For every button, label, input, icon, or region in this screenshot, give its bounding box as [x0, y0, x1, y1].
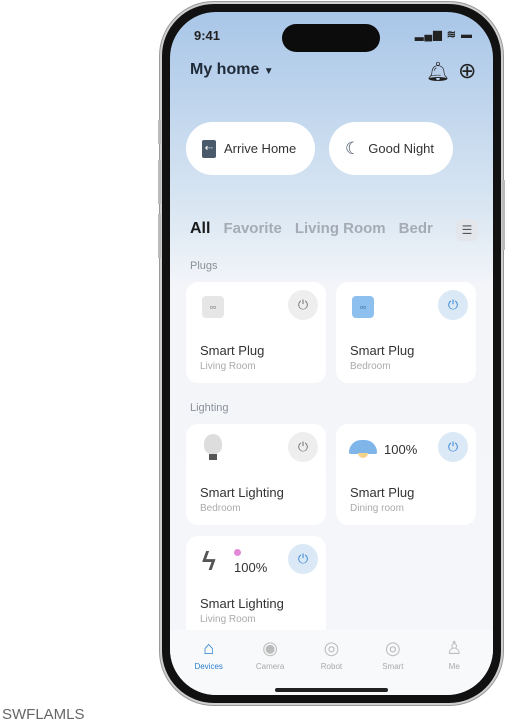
tab-robot[interactable]: ◎ Robot [306, 638, 356, 695]
tab-smart[interactable]: ◎ Smart [368, 638, 418, 695]
device-card[interactable]: ϟ 100% ⏻ Smart Lighting Living Room [186, 536, 326, 642]
scene-arrive-home[interactable]: ⇠ Arrive Home [186, 122, 315, 175]
power-button[interactable]: ⏻ [288, 290, 318, 320]
watermark: SWFLAMLS [2, 706, 85, 723]
brightness-level: 100% [234, 560, 268, 575]
home-icon: ⌂ [203, 638, 215, 658]
door-enter-icon: ⇠ [202, 139, 216, 158]
side-button [158, 160, 161, 204]
light-strip-icon: ϟ [202, 546, 216, 576]
scene-good-night[interactable]: ☾ Good Night [329, 122, 453, 175]
brightness-level: 100% [384, 442, 418, 457]
device-name: Smart Plug [350, 343, 415, 358]
menu-icon[interactable]: ☰ [456, 219, 478, 241]
device-name: Smart Plug [350, 485, 415, 500]
status-time: 9:41 [194, 28, 221, 43]
tab-living-room[interactable]: Living Room [295, 220, 386, 238]
device-room: Dining room [350, 503, 404, 514]
power-button[interactable]: ⏻ [438, 432, 468, 462]
tab-me[interactable]: ♙ Me [429, 638, 479, 695]
camera-icon: ◉ [262, 638, 278, 658]
smart-icon: ◎ [385, 638, 401, 658]
tab-label: Me [448, 662, 460, 671]
device-room: Living Room [200, 361, 256, 372]
color-dot [234, 549, 241, 556]
scene-label: Good Night [368, 141, 435, 156]
device-card[interactable]: ⏻ Smart Lighting Bedroom [186, 424, 326, 525]
caret-down-icon: ▼ [263, 66, 274, 77]
status-icons: ▂▄▆ ≋ ▬ [414, 29, 473, 41]
app-screen: 9:41 ▂▄▆ ≋ ▬ My home ▼ 🔔︎ ⊕ ⇠ Arrive Hom… [170, 12, 493, 695]
power-button[interactable]: ⏻ [288, 432, 318, 462]
device-room: Living Room [200, 614, 256, 625]
section-lighting: Lighting [190, 402, 229, 414]
dynamic-island [282, 24, 380, 52]
tab-all[interactable]: All [190, 220, 210, 238]
tab-favorite[interactable]: Favorite [223, 220, 281, 238]
side-button [158, 214, 161, 258]
power-button[interactable]: ⏻ [438, 290, 468, 320]
robot-icon: ◎ [323, 638, 340, 658]
device-card[interactable]: ▫▫ ⏻ Smart Plug Bedroom [336, 282, 476, 383]
tab-camera[interactable]: ◉ Camera [245, 638, 295, 695]
add-icon[interactable]: ⊕ [458, 58, 476, 84]
bell-icon[interactable]: 🔔︎ [426, 60, 450, 84]
device-name: Smart Lighting [200, 596, 284, 611]
device-room: Bedroom [200, 503, 241, 514]
tab-label: Devices [194, 662, 223, 671]
bulb-icon [204, 434, 222, 454]
device-name: Smart Lighting [200, 485, 284, 500]
home-title: My home [190, 61, 260, 78]
moon-icon: ☾ [345, 138, 361, 158]
tab-label: Robot [320, 662, 343, 671]
tab-devices[interactable]: ⌂ Devices [184, 638, 234, 695]
tab-label: Smart [382, 662, 404, 671]
home-indicator [275, 688, 388, 692]
device-name: Smart Plug [200, 343, 265, 358]
user-icon: ♙ [446, 638, 463, 658]
plug-icon: ▫▫ [352, 296, 374, 318]
side-button [158, 120, 161, 144]
section-plugs: Plugs [190, 260, 218, 272]
plug-icon: ▫▫ [202, 296, 224, 318]
tab-label: Camera [255, 662, 285, 671]
power-button[interactable]: ⏻ [288, 544, 318, 574]
device-card[interactable]: 100% ⏻ Smart Plug Dining room [336, 424, 476, 525]
device-card[interactable]: ▫▫ ⏻ Smart Plug Living Room [186, 282, 326, 383]
room-tabs: All Favorite Living Room Bedr [190, 220, 433, 238]
bottom-tab-bar: ⌂ Devices ◉ Camera ◎ Robot ◎ Smart ♙ Me [170, 630, 493, 695]
scene-label: Arrive Home [224, 141, 297, 156]
home-selector[interactable]: My home ▼ [190, 61, 274, 79]
tab-bedroom[interactable]: Bedr [399, 220, 433, 238]
pendant-lamp-icon [349, 440, 377, 454]
device-room: Bedroom [350, 361, 391, 372]
